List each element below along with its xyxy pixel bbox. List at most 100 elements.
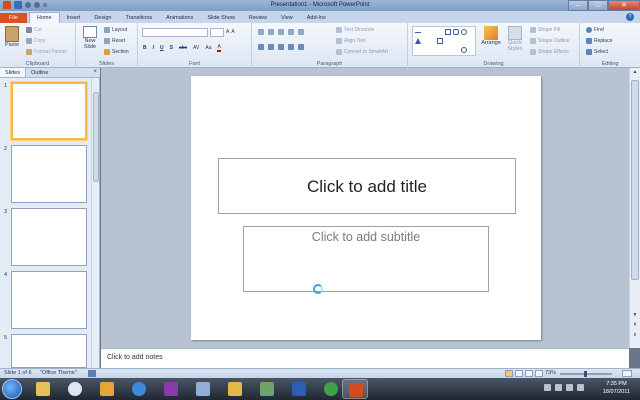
shapes-gallery[interactable]	[412, 26, 476, 56]
slide-thumbnail[interactable]	[11, 82, 87, 140]
clock[interactable]: 7:35 PM 18/07/2011	[603, 380, 630, 396]
tab-animations[interactable]: Animations	[159, 13, 200, 23]
arrange-button[interactable]: Arrange	[480, 26, 502, 46]
scroll-down-icon[interactable]: ▼	[630, 312, 640, 318]
zoom-level[interactable]: 73%	[545, 370, 556, 376]
bold-button[interactable]: B	[143, 45, 147, 51]
oval-shape-icon[interactable]	[461, 29, 467, 35]
paste-button[interactable]: Paste	[3, 26, 21, 48]
arrow-shape-icon[interactable]	[437, 38, 443, 44]
next-slide-icon[interactable]: ⇟	[630, 332, 640, 338]
new-slide-button[interactable]: New Slide	[79, 26, 101, 50]
cut-button[interactable]: Cut	[26, 27, 42, 33]
line-spacing-icon[interactable]	[298, 29, 304, 35]
tab-design[interactable]: Design	[87, 13, 118, 23]
tab-slide-show[interactable]: Slide Show	[200, 13, 242, 23]
taskbar-outlook[interactable]	[94, 379, 120, 399]
tab-view[interactable]: View	[274, 13, 300, 23]
font-name-dropdown[interactable]	[142, 28, 208, 37]
slide-canvas[interactable]: Click to add title Click to add subtitle	[191, 76, 541, 340]
taskbar-internet-explorer[interactable]	[126, 379, 152, 399]
rounded-rectangle-shape-icon[interactable]	[453, 29, 459, 35]
tab-slides[interactable]: Slides	[0, 68, 26, 77]
grow-font-button[interactable]: AA	[226, 29, 235, 35]
shape-effects-button[interactable]: Shape Effects	[530, 49, 569, 55]
align-text-button[interactable]: Align Text	[336, 38, 366, 44]
reset-button[interactable]: Reset	[104, 38, 125, 44]
text-direction-button[interactable]: Text Direction	[336, 27, 374, 33]
slide-sorter-icon[interactable]	[515, 370, 523, 377]
justify-icon[interactable]	[288, 44, 294, 50]
tab-insert[interactable]: Insert	[60, 13, 88, 23]
zoom-slider[interactable]	[560, 371, 612, 377]
minimize-button[interactable]: –	[568, 0, 588, 11]
notes-placeholder[interactable]: Click to add notes	[107, 354, 163, 361]
align-center-icon[interactable]	[268, 44, 274, 50]
tab-review[interactable]: Review	[242, 13, 274, 23]
flag-icon[interactable]	[577, 384, 584, 391]
numbering-icon[interactable]	[268, 29, 274, 35]
help-icon[interactable]: ?	[626, 13, 634, 21]
start-button[interactable]	[2, 379, 22, 399]
taskbar-onenote[interactable]	[158, 379, 184, 399]
triangle-shape-icon[interactable]	[415, 38, 421, 44]
underline-button[interactable]: U	[160, 45, 164, 51]
shape-outline-button[interactable]: Shape Outline	[530, 38, 570, 44]
strikethrough-button[interactable]: abc	[179, 45, 187, 51]
tab-outline[interactable]: Outline	[26, 68, 53, 77]
taskbar-calculator[interactable]	[190, 379, 216, 399]
font-color-button[interactable]: A	[217, 44, 221, 52]
zoom-slider-thumb[interactable]	[584, 371, 587, 377]
shadow-button[interactable]: S	[170, 45, 173, 51]
tab-transitions[interactable]: Transitions	[118, 13, 159, 23]
bullets-icon[interactable]	[258, 29, 264, 35]
reading-view-icon[interactable]	[525, 370, 533, 377]
character-spacing-button[interactable]: AV	[193, 45, 199, 51]
fit-slide-icon[interactable]	[622, 370, 632, 377]
maximize-button[interactable]: □	[588, 0, 608, 11]
taskbar-media-center[interactable]	[318, 379, 344, 399]
line-shape-icon[interactable]	[415, 32, 421, 33]
taskbar-word[interactable]	[286, 379, 312, 399]
quick-styles-button[interactable]: Quick Styles	[504, 26, 526, 52]
increase-indent-icon[interactable]	[288, 29, 294, 35]
align-left-icon[interactable]	[258, 44, 264, 50]
slide-scrollbar[interactable]: ▲ ▼ ⇞ ⇟	[629, 68, 640, 348]
change-case-button[interactable]: Aa	[205, 45, 211, 51]
columns-icon[interactable]	[298, 44, 304, 50]
network-icon[interactable]	[555, 384, 562, 391]
spell-check-icon[interactable]	[88, 370, 96, 377]
shrink-font-icon[interactable]: A	[231, 29, 234, 35]
smartart-button[interactable]: Convert to SmartArt	[336, 49, 388, 55]
slides-pane-scrollbar[interactable]	[91, 78, 99, 368]
slide-thumbnail[interactable]	[11, 271, 87, 329]
copy-button[interactable]: Copy	[26, 38, 46, 44]
tray-arrow-icon[interactable]	[544, 384, 551, 391]
taskbar-explorer[interactable]	[30, 379, 56, 399]
section-button[interactable]: Section	[104, 49, 129, 55]
scrollbar-thumb[interactable]	[631, 80, 639, 280]
volume-icon[interactable]	[566, 384, 573, 391]
slide-thumbnail[interactable]	[11, 334, 87, 368]
taskbar-paint[interactable]	[254, 379, 280, 399]
close-pane-icon[interactable]: ×	[93, 69, 97, 75]
shape-fill-button[interactable]: Shape Fill	[530, 27, 560, 33]
title-placeholder[interactable]: Click to add title	[218, 158, 516, 214]
star-shape-icon[interactable]	[461, 47, 467, 53]
replace-button[interactable]: Replace	[586, 38, 612, 44]
subtitle-placeholder[interactable]: Click to add subtitle	[243, 226, 489, 292]
italic-button[interactable]: I	[153, 45, 154, 51]
theme-name[interactable]: "Office Theme"	[40, 370, 77, 376]
select-button[interactable]: Select	[586, 49, 608, 55]
slide-show-icon[interactable]	[535, 370, 543, 377]
normal-view-icon[interactable]	[505, 370, 513, 377]
taskbar-media-player[interactable]	[62, 379, 88, 399]
find-button[interactable]: Find	[586, 27, 604, 33]
slide-thumbnail[interactable]	[11, 208, 87, 266]
tab-file[interactable]: File	[0, 13, 27, 23]
slide-thumbnail[interactable]	[11, 145, 87, 203]
close-button[interactable]: ✕	[608, 0, 640, 11]
layout-button[interactable]: Layout	[104, 27, 127, 33]
scroll-up-icon[interactable]: ▲	[630, 69, 640, 75]
rectangle-shape-icon[interactable]	[445, 29, 451, 35]
